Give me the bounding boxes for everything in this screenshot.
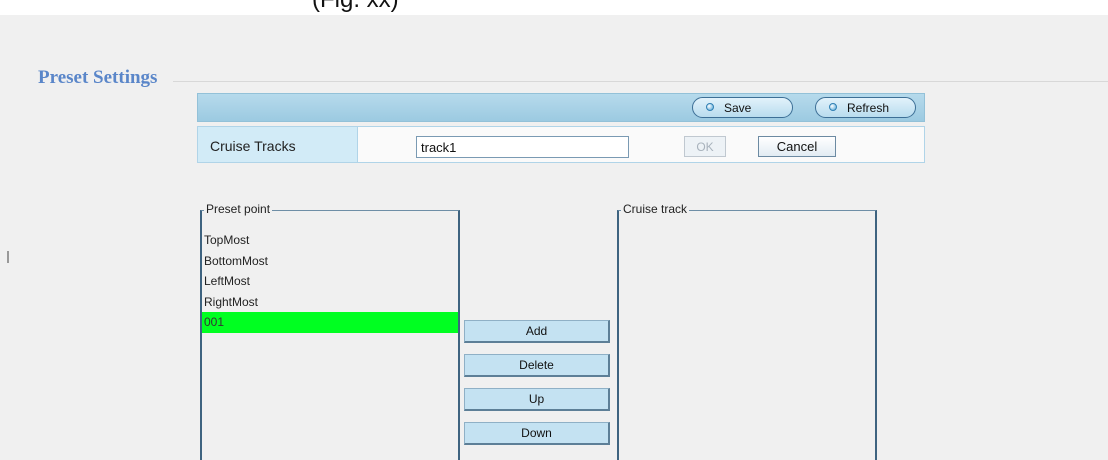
preset-item-bottommost[interactable]: BottomMost — [202, 251, 458, 272]
down-button[interactable]: Down — [464, 422, 610, 445]
ok-button[interactable]: OK — [684, 136, 726, 157]
cruise-track-panel: Cruise track — [617, 202, 877, 460]
preset-point-list: TopMost BottomMost LeftMost RightMost 00… — [202, 230, 458, 333]
delete-button[interactable]: Delete — [464, 354, 610, 377]
cruise-tracks-label-cell: Cruise Tracks — [198, 127, 358, 162]
toolbar: Save Refresh — [197, 93, 925, 122]
save-bullet-icon — [706, 103, 714, 111]
top-document-strip: (Fig. xx) — [0, 0, 1108, 15]
preset-item-001[interactable]: 001 — [202, 312, 458, 333]
track-name-input[interactable] — [416, 136, 629, 158]
save-button-label: Save — [724, 101, 752, 115]
preset-point-panel: Preset point TopMost BottomMost LeftMost… — [200, 202, 460, 460]
cruise-track-legend: Cruise track — [621, 202, 690, 216]
up-button[interactable]: Up — [464, 388, 610, 411]
preset-point-legend: Preset point — [204, 202, 273, 216]
refresh-button[interactable]: Refresh — [815, 97, 916, 118]
save-button[interactable]: Save — [692, 97, 793, 118]
left-edge-mark — [7, 251, 9, 263]
add-button[interactable]: Add — [464, 320, 610, 343]
refresh-bullet-icon — [829, 103, 837, 111]
refresh-button-label: Refresh — [847, 101, 890, 115]
page-title: Preset Settings — [38, 67, 158, 88]
preset-item-topmost[interactable]: TopMost — [202, 230, 458, 251]
title-divider — [173, 81, 1108, 82]
preset-item-rightmost[interactable]: RightMost — [202, 292, 458, 313]
figure-caption-fragment: (Fig. xx) — [312, 0, 399, 14]
cruise-tracks-label: Cruise Tracks — [210, 138, 296, 154]
cruise-tracks-row: Cruise Tracks OK Cancel — [197, 126, 925, 163]
cancel-button[interactable]: Cancel — [758, 136, 836, 157]
preset-item-leftmost[interactable]: LeftMost — [202, 271, 458, 292]
